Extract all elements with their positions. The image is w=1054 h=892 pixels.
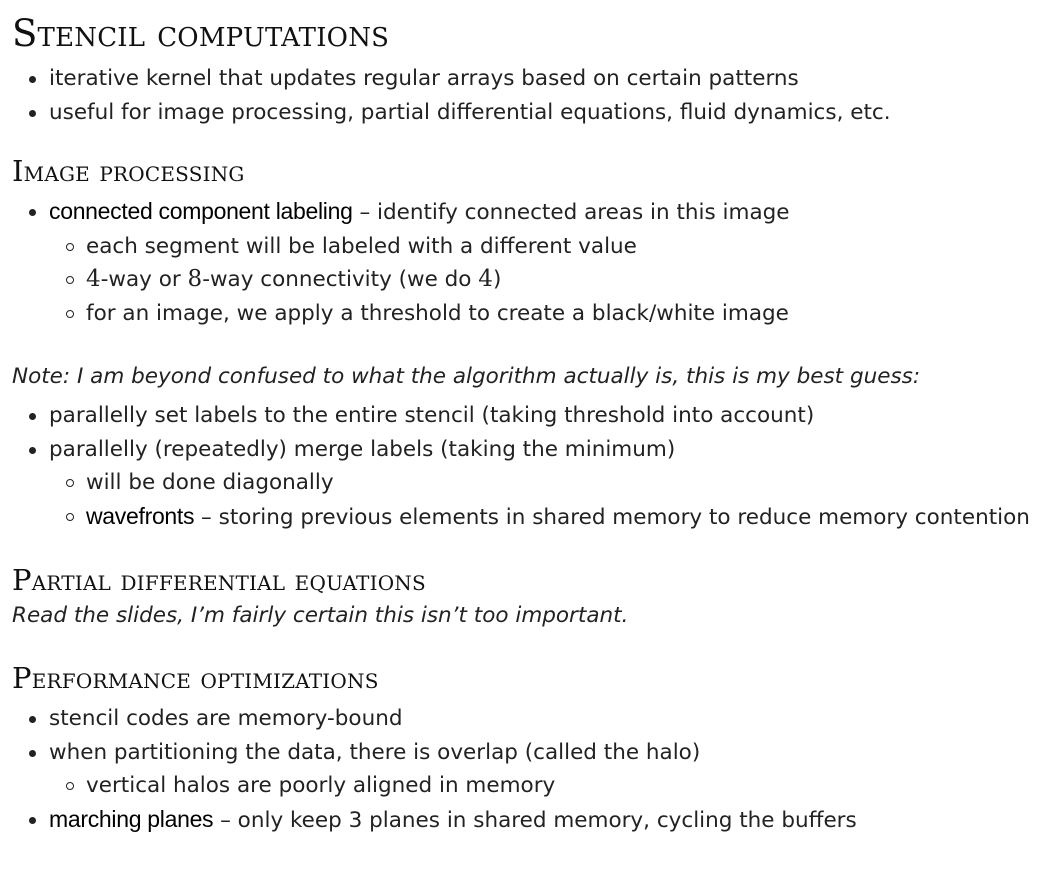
list-item: iterative kernel that updates regular ar… xyxy=(12,62,1042,96)
list-item-connectivity: 4-way or 8-way connectivity (we do 4) xyxy=(49,263,1042,297)
list-item-ccl: connected component labeling – identify … xyxy=(12,195,1042,330)
algorithm-list: parallelly set labels to the entire sten… xyxy=(12,399,1042,534)
halo-sublist: vertical halos are poorly aligned in mem… xyxy=(49,769,1042,803)
ccl-description: – identify connected areas in this image xyxy=(352,200,790,225)
list-item-merge: parallelly (repeatedly) merge labels (ta… xyxy=(12,433,1042,535)
ccl-sublist: each segment will be labeled with a diff… xyxy=(49,230,1042,331)
list-item-halo: when partitioning the data, there is ove… xyxy=(12,736,1042,803)
heading-performance-optimizations: Performance optimizations xyxy=(12,661,379,695)
list-item: for an image, we apply a threshold to cr… xyxy=(49,297,1042,331)
text-fragment: -way or xyxy=(100,267,188,292)
stencil-list: iterative kernel that updates regular ar… xyxy=(12,62,1042,129)
list-item: each segment will be labeled with a diff… xyxy=(49,230,1042,264)
list-item: vertical halos are poorly aligned in mem… xyxy=(49,769,1042,803)
text-fragment: ) xyxy=(492,267,502,292)
marching-planes-description: – only keep 3 planes in shared memory, c… xyxy=(213,807,857,833)
math-number: 8 xyxy=(187,266,203,292)
algorithm-note: Note: I am beyond confused to what the a… xyxy=(12,364,921,389)
text-fragment: -way connectivity (we do xyxy=(202,267,479,292)
wavefronts-description: – storing previous elements in shared me… xyxy=(194,504,1030,530)
pde-note: Read the slides, I’m fairly certain this… xyxy=(12,603,629,628)
list-item-marching-planes: marching planes – only keep 3 planes in … xyxy=(12,803,1042,838)
heading-stencil-computations: Stencil computations xyxy=(12,12,390,55)
heading-image-processing: Image processing xyxy=(12,154,245,188)
term-wavefronts: wavefronts xyxy=(86,502,195,529)
merge-sublist: will be done diagonally wavefronts – sto… xyxy=(49,466,1042,534)
list-item: useful for image processing, partial dif… xyxy=(12,96,1042,130)
list-item: will be done diagonally xyxy=(49,466,1042,500)
math-number: 4 xyxy=(478,266,493,292)
notes-page: Stencil computations iterative kernel th… xyxy=(0,0,1054,892)
term-marching-planes: marching planes xyxy=(49,805,214,832)
list-item: stencil codes are memory-bound xyxy=(12,702,1042,736)
list-item-wavefronts: wavefronts – storing previous elements i… xyxy=(49,500,1042,535)
math-number: 4 xyxy=(86,266,101,292)
merge-text: parallelly (repeatedly) merge labels (ta… xyxy=(49,436,676,462)
list-item: parallelly set labels to the entire sten… xyxy=(12,399,1042,433)
image-processing-list: connected component labeling – identify … xyxy=(12,195,1042,330)
term-connected-component-labeling: connected component labeling xyxy=(49,198,353,224)
heading-partial-differential-equations: Partial differential equations xyxy=(12,563,426,597)
halo-text: when partitioning the data, there is ove… xyxy=(49,739,701,765)
performance-list: stencil codes are memory-bound when part… xyxy=(12,702,1042,837)
